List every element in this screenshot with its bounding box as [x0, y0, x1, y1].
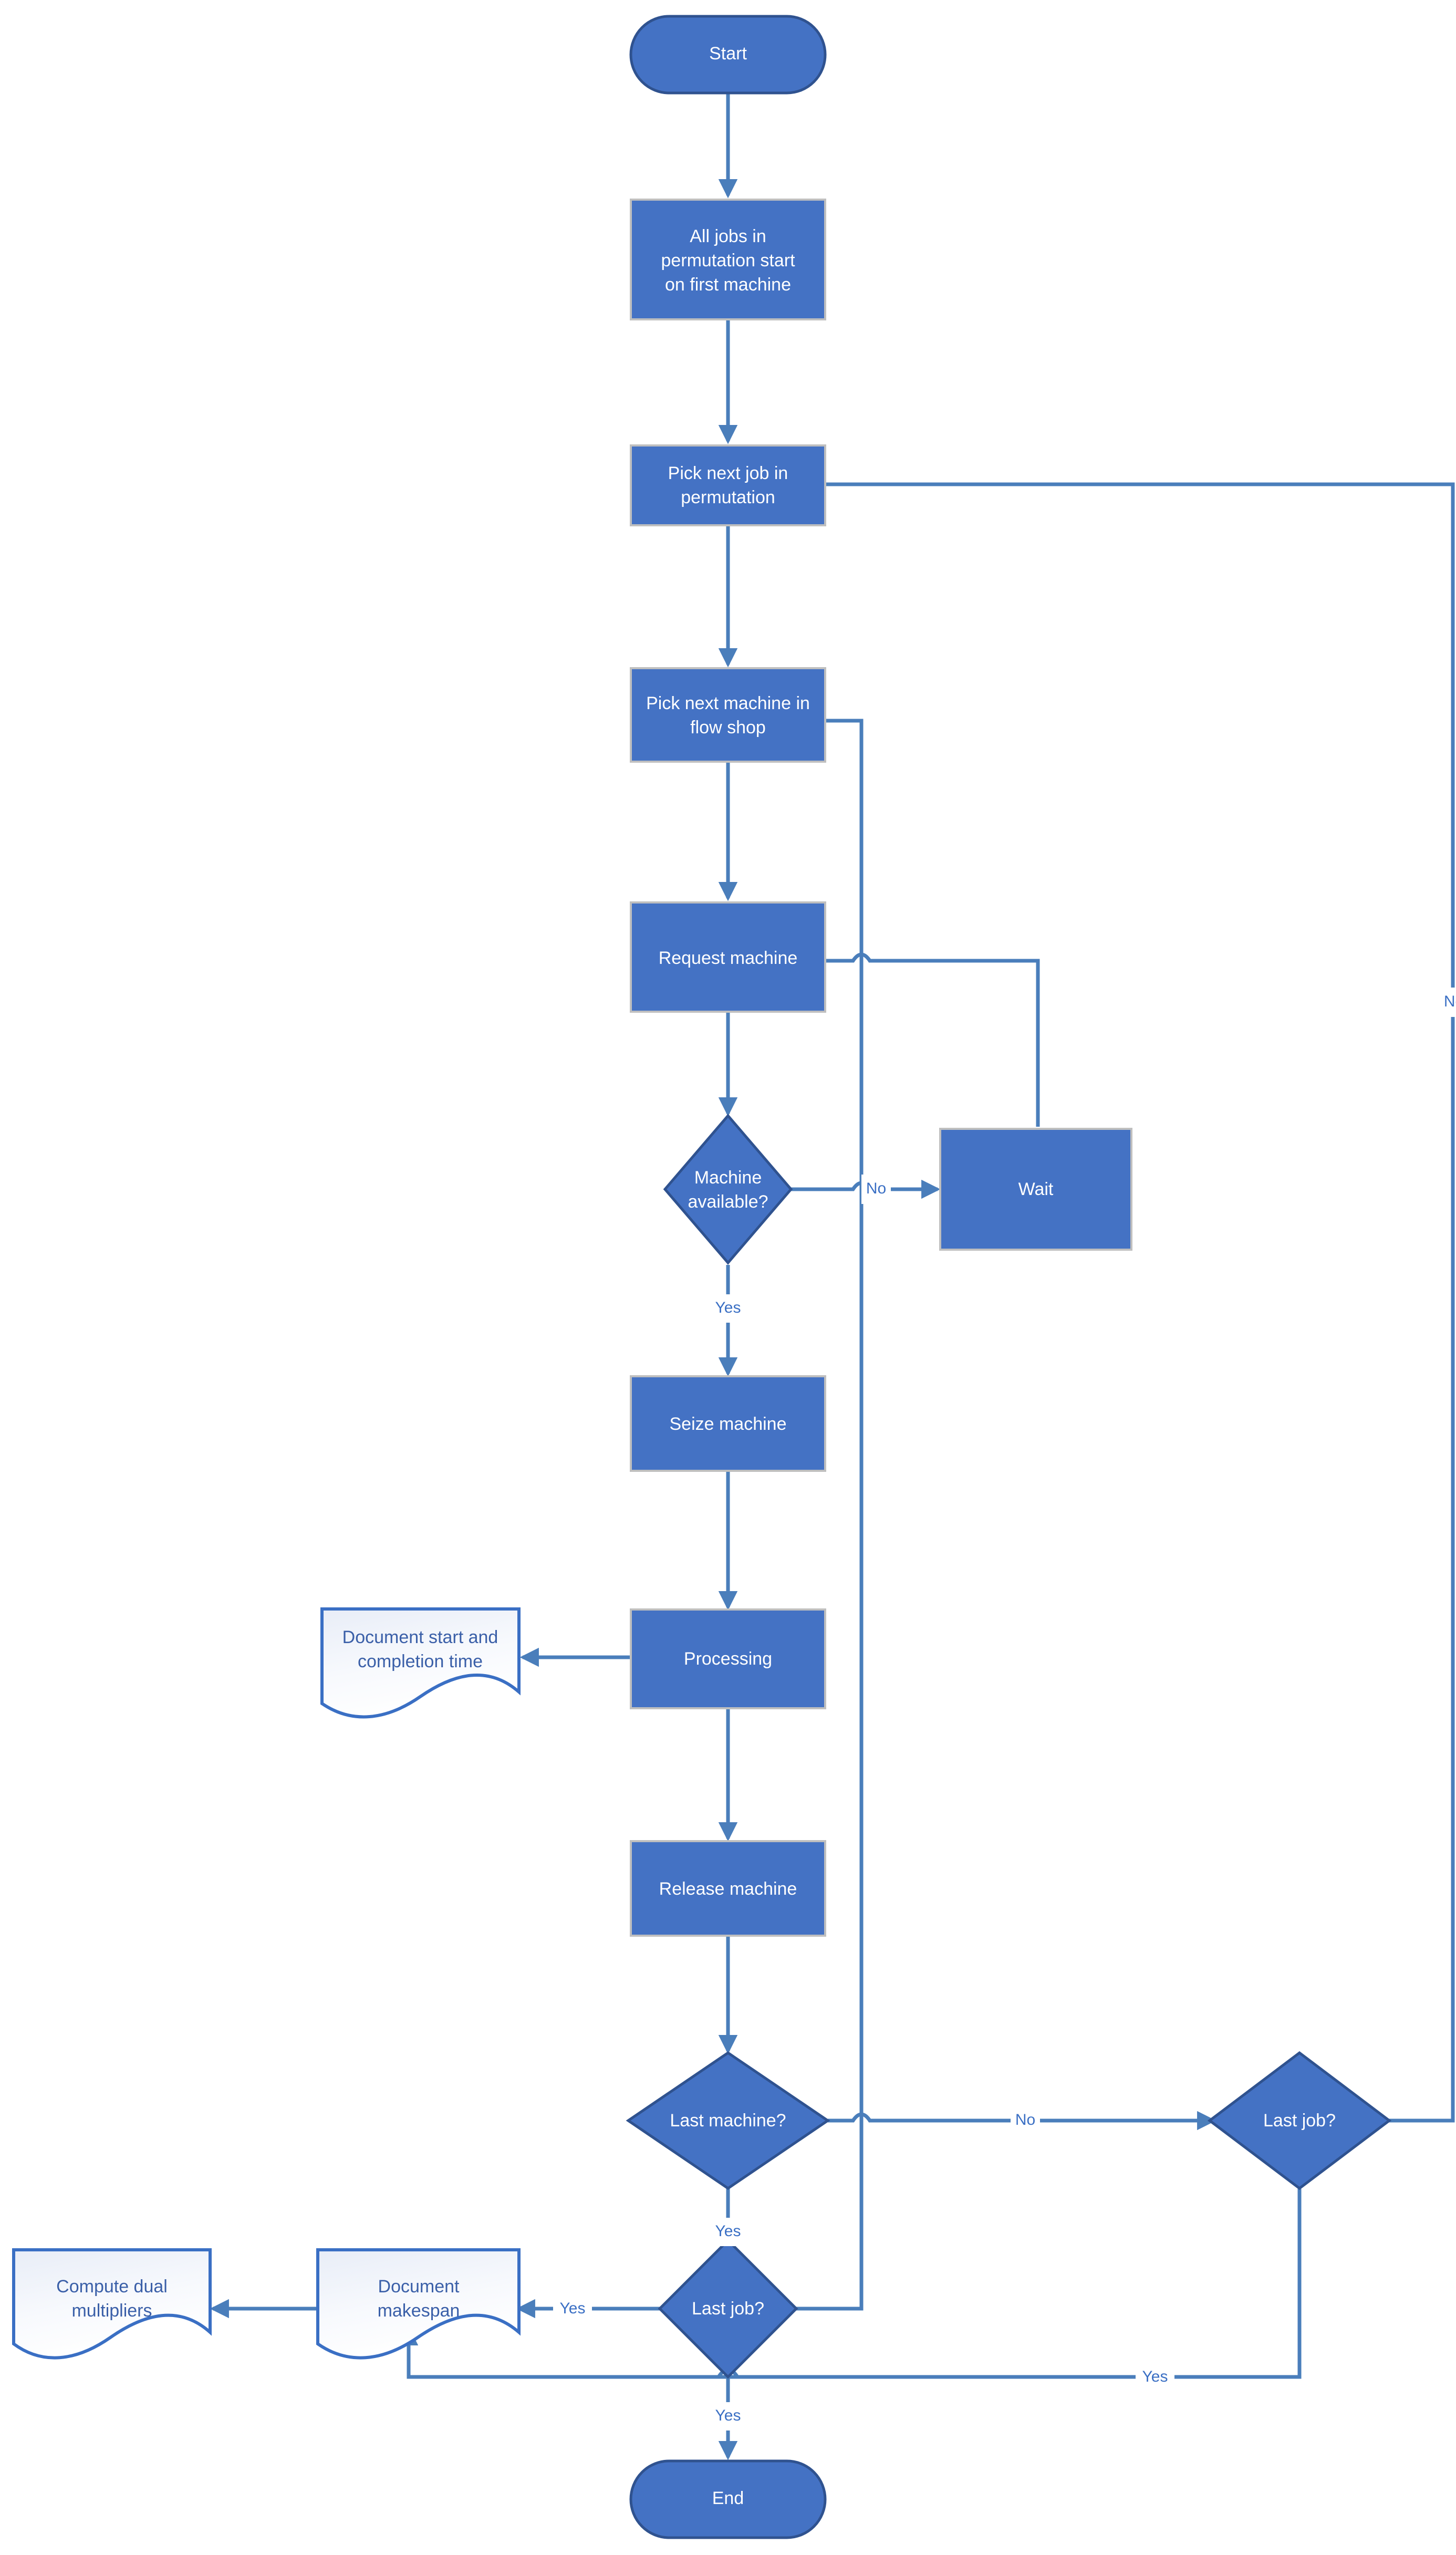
node-last-job-bottom[interactable]: Last job? — [658, 2238, 798, 2379]
edge-label-last-job-bottom-yes-left: Yes — [560, 2300, 586, 2317]
edge-label-last-machine-no: No — [1015, 2111, 1035, 2128]
node-release-machine[interactable]: Release machine — [630, 1840, 826, 1937]
node-last-job-right-label: Last job? — [1263, 2111, 1336, 2131]
node-doc-start-time-label-line2: completion time — [358, 1652, 483, 1671]
node-wait-label: Wait — [1018, 1179, 1054, 1199]
node-doc-start-time[interactable]: Document start and completion time — [320, 1607, 521, 1719]
node-last-job-right[interactable]: Last job? — [1207, 2051, 1392, 2190]
node-start[interactable]: Start — [629, 15, 827, 95]
node-pick-job[interactable]: Pick next job in permutation — [630, 444, 826, 526]
edge-wait-to-request-machine — [789, 951, 1040, 1127]
node-all-jobs-label-line2: permutation start — [661, 251, 795, 271]
node-doc-makespan[interactable]: Document makespan — [316, 2248, 521, 2360]
node-compute-dual-label-line1: Compute dual — [56, 2277, 168, 2297]
node-last-job-bottom-label: Last job? — [692, 2299, 764, 2319]
node-request-machine[interactable]: Request machine — [630, 901, 826, 1013]
node-pick-job-label-line2: permutation — [681, 487, 775, 507]
node-seize-machine-label: Seize machine — [669, 1414, 786, 1434]
node-machine-available[interactable]: Machine available? — [663, 1114, 793, 1265]
node-all-jobs[interactable]: All jobs in permutation start on first m… — [630, 199, 826, 320]
edge-last-job-right-no-to-pick-job — [789, 474, 1455, 2123]
node-pick-machine-label-line1: Pick next machine in — [646, 693, 810, 713]
edge-label-machine-available-no: No — [866, 1180, 886, 1197]
edge-label-machine-available-yes: Yes — [715, 1299, 741, 1316]
node-doc-makespan-label-line1: Document — [378, 2277, 460, 2297]
node-doc-makespan-label-line2: makespan — [378, 2301, 460, 2321]
node-compute-dual-label-line2: multipliers — [71, 2301, 152, 2321]
node-processing[interactable]: Processing — [630, 1608, 826, 1709]
node-compute-dual[interactable]: Compute dual multipliers — [12, 2248, 212, 2360]
node-doc-start-time-label-line1: Document start and — [342, 1627, 498, 1647]
node-all-jobs-label-line1: All jobs in — [690, 226, 766, 246]
node-seize-machine[interactable]: Seize machine — [630, 1375, 826, 1472]
node-end-label: End — [712, 2488, 744, 2508]
node-machine-available-label-line1: Machine — [694, 1168, 762, 1188]
node-processing-label: Processing — [684, 1649, 772, 1669]
edge-label-last-job-bottom-yes-down: Yes — [715, 2407, 741, 2424]
node-last-machine[interactable]: Last machine? — [626, 2051, 830, 2190]
node-release-machine-label: Release machine — [659, 1879, 797, 1899]
node-start-label: Start — [709, 44, 747, 64]
flowchart-svg: Start All jobs in permutation start on f… — [12, 15, 1456, 2539]
node-pick-job-label-line1: Pick next job in — [668, 463, 788, 483]
edge-label-last-job-right-yes: Yes — [1142, 2368, 1168, 2385]
node-wait[interactable]: Wait — [939, 1128, 1132, 1251]
node-request-machine-label: Request machine — [659, 948, 798, 968]
node-all-jobs-label-line3: on first machine — [665, 275, 791, 295]
edge-last-job-right-yes-to-doc-makespan — [399, 2189, 1302, 2379]
node-machine-available-label-line2: available? — [688, 1192, 768, 1212]
node-last-machine-label: Last machine? — [670, 2111, 786, 2131]
flowchart-canvas: Start All jobs in permutation start on f… — [0, 0, 1456, 2555]
node-pick-machine-label-line2: flow shop — [690, 718, 766, 738]
node-pick-machine[interactable]: Pick next machine in flow shop — [630, 667, 826, 763]
edge-label-last-machine-yes: Yes — [715, 2222, 741, 2240]
edge-label-last-job-right-no: No — [1444, 993, 1456, 1010]
node-end[interactable]: End — [629, 2459, 827, 2539]
